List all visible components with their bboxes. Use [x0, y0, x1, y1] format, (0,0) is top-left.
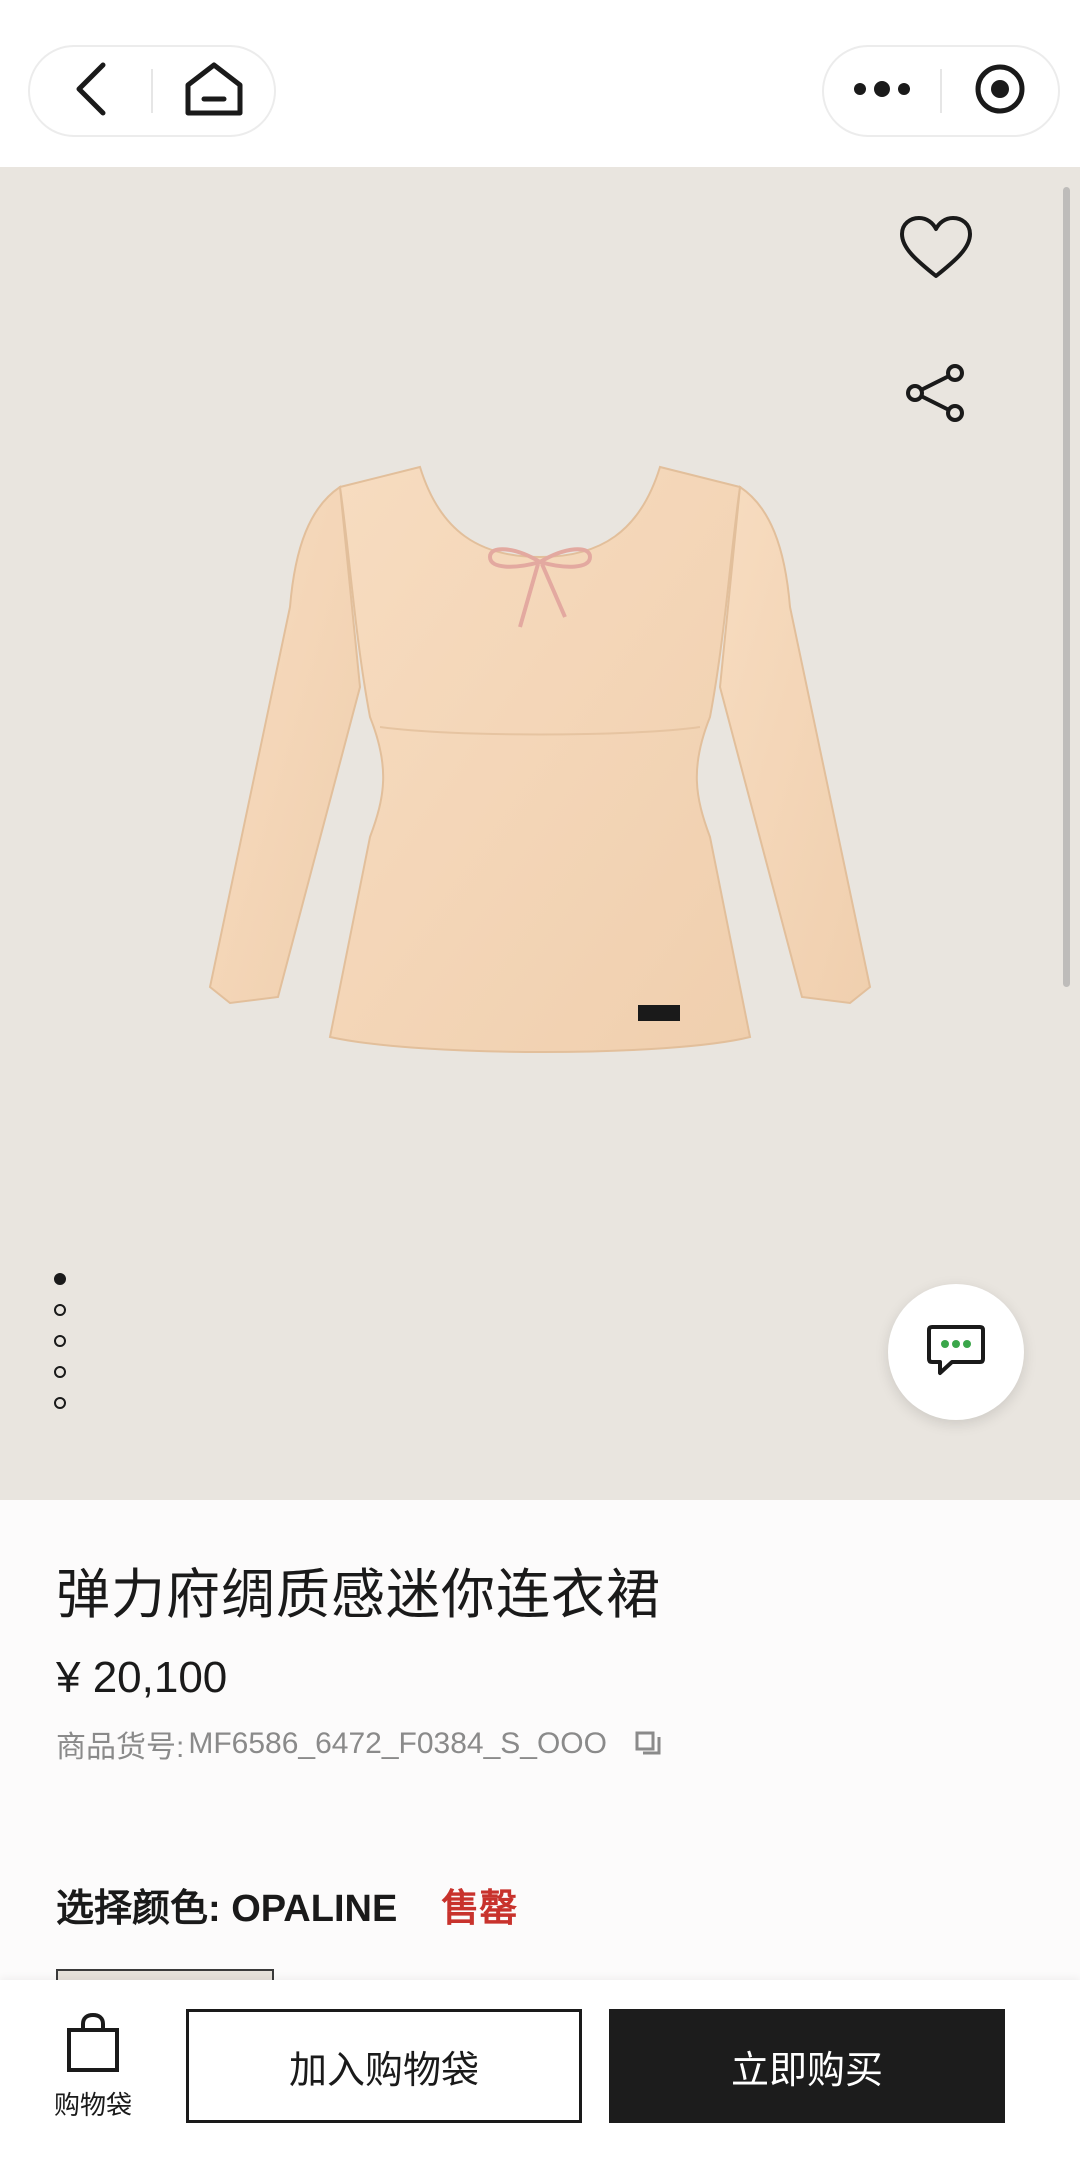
chevron-left-icon	[71, 61, 111, 122]
color-selector: 选择颜色: OPALINE 售罄	[56, 1877, 517, 1932]
shopping-bag-button[interactable]: 购物袋	[50, 2012, 136, 2122]
chat-bubble-icon	[926, 1323, 986, 1382]
shopping-bag-label: 购物袋	[53, 2090, 132, 2120]
nav-capsule-left	[28, 45, 276, 137]
buy-now-button[interactable]: 立即购买	[609, 2009, 1005, 2123]
share-button[interactable]	[898, 357, 974, 433]
more-dots-icon	[852, 79, 912, 104]
product-title: 弹力府绸质感迷你连衣裙	[56, 1565, 661, 1625]
record-target-icon	[974, 63, 1026, 120]
favorite-button[interactable]	[894, 207, 978, 291]
product-info: 弹力府绸质感迷你连衣裙 ¥ 20,100 商品货号: MF6586_6472_F…	[0, 1500, 1080, 1981]
add-to-bag-button[interactable]: 加入购物袋	[186, 2009, 582, 2123]
more-button[interactable]	[824, 47, 940, 135]
customer-service-button[interactable]	[888, 1284, 1024, 1420]
color-label: 选择颜色: OPALINE	[56, 1888, 398, 1930]
gallery-pagination	[54, 1273, 70, 1428]
top-bar	[0, 0, 1080, 167]
product-price: ¥ 20,100	[56, 1653, 228, 1702]
back-button[interactable]	[30, 47, 151, 135]
product-sku: 商品货号: MF6586_6472_F0384_S_OOO	[56, 1722, 663, 1766]
close-miniprogram-button[interactable]	[942, 47, 1058, 135]
shopping-bag-icon	[65, 2012, 121, 2079]
share-icon	[903, 363, 969, 428]
copy-icon[interactable]	[633, 1729, 663, 1759]
bottom-action-bar: 购物袋 加入购物袋 立即购买	[0, 1980, 1080, 2166]
pagination-dot[interactable]	[54, 1366, 66, 1378]
product-gallery[interactable]	[0, 167, 1080, 1500]
pagination-dot-active[interactable]	[54, 1273, 66, 1285]
nav-capsule-right	[822, 45, 1060, 137]
home-button[interactable]	[153, 47, 274, 135]
pagination-dot[interactable]	[54, 1304, 66, 1316]
home-icon	[184, 61, 244, 122]
pagination-dot[interactable]	[54, 1397, 66, 1409]
status-badge: 售罄	[441, 1888, 518, 1930]
sku-value: MF6586_6472_F0384_S_OOO	[188, 1727, 607, 1760]
pagination-dot[interactable]	[54, 1335, 66, 1347]
heart-icon	[898, 214, 974, 285]
dress-image	[190, 437, 890, 1237]
page-scrollbar[interactable]	[1063, 187, 1070, 987]
sku-label: 商品货号:	[56, 1731, 185, 1764]
